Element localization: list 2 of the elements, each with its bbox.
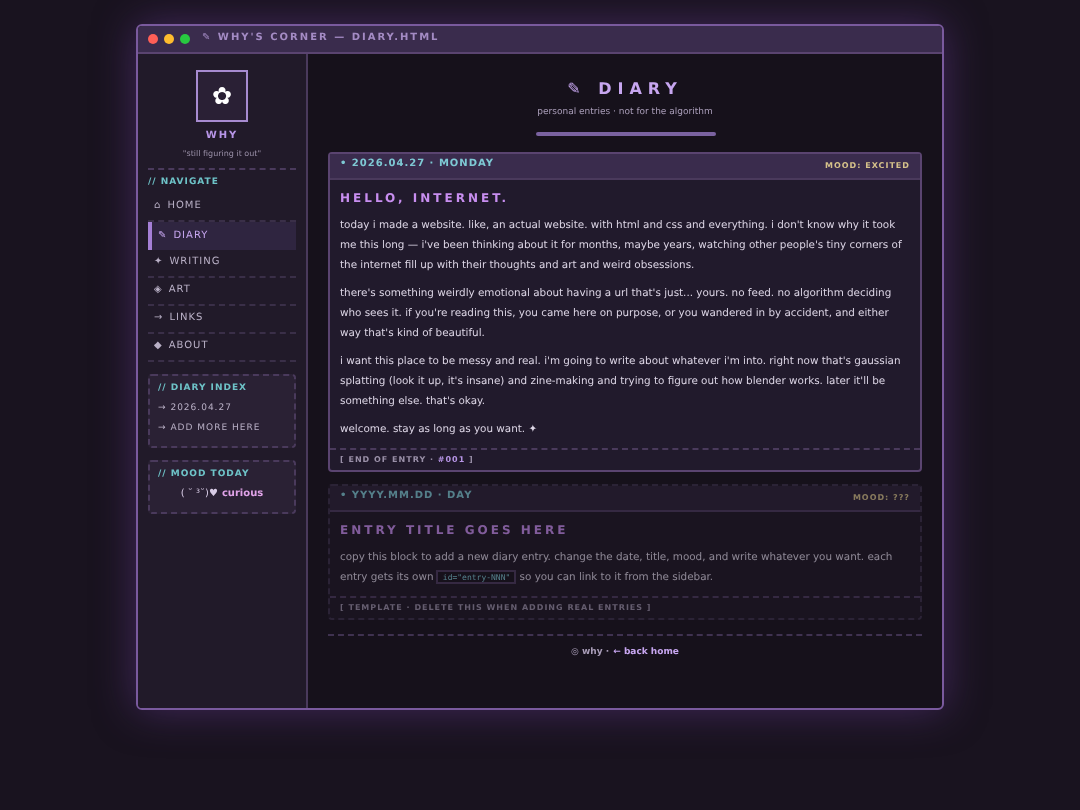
page-title: ✎ DIARY xyxy=(567,78,683,102)
avatar-frame: ✿ xyxy=(196,70,248,122)
